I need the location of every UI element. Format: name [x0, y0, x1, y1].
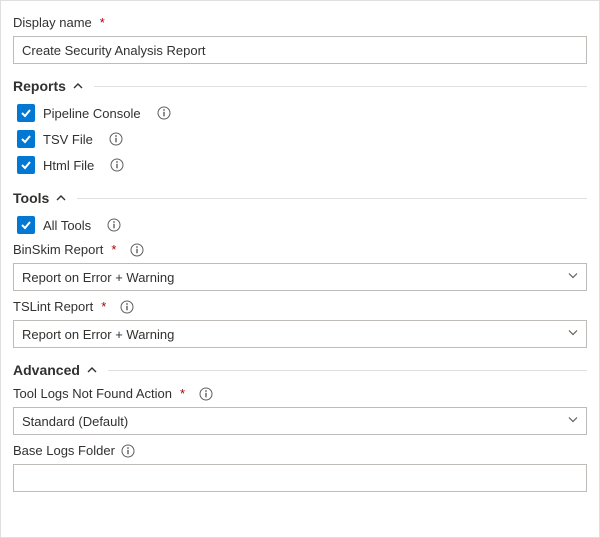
tools-checkbox-all-tools[interactable]: All Tools [17, 214, 587, 236]
tslint-select[interactable] [13, 320, 587, 348]
section-divider [108, 370, 587, 371]
info-icon[interactable] [121, 444, 135, 458]
reports-section-title: Reports [13, 78, 66, 94]
settings-panel: Display name * Reports Pipeline Console … [0, 0, 600, 538]
info-icon[interactable] [110, 158, 124, 172]
advanced-section-header[interactable]: Advanced [13, 362, 587, 378]
base-logs-label: Base Logs Folder [13, 443, 115, 458]
advanced-section-title: Advanced [13, 362, 80, 378]
reports-section-header[interactable]: Reports [13, 78, 587, 94]
reports-checkbox-html-file[interactable]: Html File [17, 154, 587, 176]
chevron-up-icon [55, 192, 67, 204]
tslint-label-row: TSLint Report * [13, 299, 587, 314]
info-icon[interactable] [130, 243, 144, 257]
section-divider [77, 198, 587, 199]
reports-checkbox-pipeline-console[interactable]: Pipeline Console [17, 102, 587, 124]
checkbox-icon [17, 130, 35, 148]
checkbox-label: All Tools [43, 218, 91, 233]
required-asterisk: * [101, 299, 106, 314]
tools-section-header[interactable]: Tools [13, 190, 587, 206]
display-name-label: Display name [13, 15, 92, 30]
tslint-label: TSLint Report [13, 299, 93, 314]
checkbox-label: TSV File [43, 132, 93, 147]
base-logs-input[interactable] [13, 464, 587, 492]
info-icon[interactable] [157, 106, 171, 120]
tools-section-title: Tools [13, 190, 49, 206]
display-name-input[interactable] [13, 36, 587, 64]
binskim-label: BinSkim Report [13, 242, 103, 257]
info-icon[interactable] [199, 387, 213, 401]
info-icon[interactable] [109, 132, 123, 146]
chevron-up-icon [86, 364, 98, 376]
base-logs-label-row: Base Logs Folder [13, 443, 587, 458]
logs-not-found-label-row: Tool Logs Not Found Action * [13, 386, 587, 401]
checkbox-icon [17, 216, 35, 234]
section-divider [94, 86, 587, 87]
chevron-up-icon [72, 80, 84, 92]
logs-not-found-select-wrap [13, 407, 587, 435]
checkbox-label: Html File [43, 158, 94, 173]
binskim-select-wrap [13, 263, 587, 291]
checkbox-icon [17, 104, 35, 122]
reports-checkbox-tsv-file[interactable]: TSV File [17, 128, 587, 150]
checkbox-label: Pipeline Console [43, 106, 141, 121]
logs-not-found-select[interactable] [13, 407, 587, 435]
tslint-select-wrap [13, 320, 587, 348]
binskim-select[interactable] [13, 263, 587, 291]
display-name-label-row: Display name * [13, 15, 587, 30]
required-asterisk: * [180, 386, 185, 401]
logs-not-found-label: Tool Logs Not Found Action [13, 386, 172, 401]
binskim-label-row: BinSkim Report * [13, 242, 587, 257]
info-icon[interactable] [120, 300, 134, 314]
checkbox-icon [17, 156, 35, 174]
required-asterisk: * [100, 15, 105, 30]
info-icon[interactable] [107, 218, 121, 232]
required-asterisk: * [111, 242, 116, 257]
